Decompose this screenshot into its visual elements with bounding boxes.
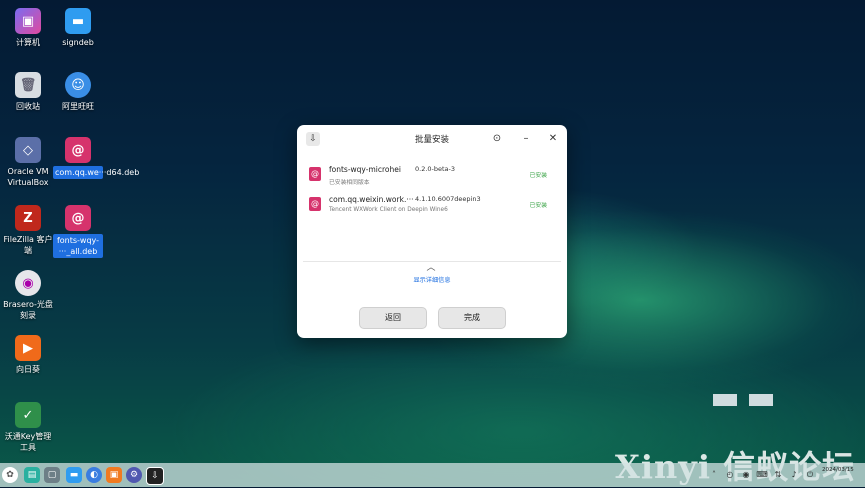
taskbar-clock[interactable]: 2024/03/15 — [822, 466, 854, 474]
notification-icon[interactable]: ◴ — [724, 469, 736, 481]
desktop-icon-label: FileZilla 客户端 — [3, 235, 53, 255]
package-status: 已安装 — [529, 203, 547, 209]
batch-install-window: ⇩ 批量安装 ⊙ – ✕ @ fonts-wqy-microhei 0.2.0-… — [297, 125, 567, 338]
browser-icon[interactable]: ◐ — [86, 467, 102, 483]
trash-icon: 🗑 — [15, 72, 41, 98]
desktop-icon-brasero[interactable]: ◉ Brasero-光盘刻录 — [3, 270, 53, 321]
settings-icon[interactable]: ⚙ — [126, 467, 142, 483]
deb-package-icon: @ — [309, 197, 321, 211]
aliwangwang-icon: ☺ — [65, 72, 91, 98]
chevron-up-icon[interactable]: ︿ — [425, 264, 437, 273]
desktop-icon-label: Brasero-光盘刻录 — [3, 300, 53, 320]
network-icon[interactable]: ⇅ — [772, 469, 784, 481]
desktop-icon-sunlogin[interactable]: ▶ 向日葵 — [3, 335, 53, 375]
package-description: 已安装相同版本 — [329, 180, 370, 186]
desktop-icon-label: fonts-wqy-···_all.deb — [53, 234, 103, 258]
volume-icon[interactable]: ♪ — [788, 469, 800, 481]
desktop-icon-label: signdeb — [62, 38, 94, 47]
desktop-icon-computer[interactable]: ▣ 计算机 — [3, 8, 53, 48]
computer-icon: ▣ — [15, 8, 41, 34]
wotong-key-icon: ✓ — [15, 402, 41, 428]
tray-app-icon[interactable]: ◉ — [740, 469, 752, 481]
filezilla-icon: Z — [15, 205, 41, 231]
desktop-icon-aliwangwang[interactable]: ☺ 阿里旺旺 — [53, 72, 103, 112]
window-titlebar[interactable]: ⇩ 批量安装 ⊙ – ✕ — [297, 125, 567, 153]
taskbar: ✿ ▤ ▢ ▬ ◐ ▣ ⚙ ⇩ ˄ ◴ ◉ ⌨ ⇅ ♪ ⏻ 2024/03/15 — [0, 463, 865, 487]
desktop-icon-label: 计算机 — [16, 38, 40, 47]
installer-taskbar-icon[interactable]: ⇩ — [146, 467, 164, 485]
package-status: 已安装 — [529, 173, 547, 179]
list-item[interactable]: @ fonts-wqy-microhei 0.2.0-beta-3 已安装相同版… — [303, 159, 561, 189]
decorative-block — [749, 394, 773, 406]
desktop-icon-fonts-deb[interactable]: @ fonts-wqy-···_all.deb — [53, 205, 103, 258]
package-list: @ fonts-wqy-microhei 0.2.0-beta-3 已安装相同版… — [303, 159, 561, 257]
disc-icon: ◉ — [15, 270, 41, 296]
power-icon[interactable]: ⏻ — [804, 469, 816, 481]
back-button[interactable]: 返回 — [359, 307, 427, 329]
deb-package-icon: @ — [309, 167, 321, 181]
package-description: Tencent WXWork Client on Deepin Wine6 — [329, 207, 448, 213]
desktop-icon-virtualbox[interactable]: ◇ Oracle VM VirtualBox — [3, 137, 53, 188]
minimize-icon[interactable]: – — [518, 131, 534, 147]
deb-package-icon: @ — [65, 137, 91, 163]
folder-icon: ▬ — [65, 8, 91, 34]
desktop-icon-weixin-work-deb[interactable]: @ com.qq.we···d64.deb — [53, 137, 140, 179]
app-store-icon[interactable]: ▣ — [106, 467, 122, 483]
package-name: fonts-wqy-microhei — [329, 165, 401, 174]
desktop-icon-wotong-key[interactable]: ✓ 沃通Key管理工具 — [3, 402, 53, 453]
list-item[interactable]: @ com.qq.weixin.work.··· 4.1.10.6007deep… — [303, 189, 561, 219]
show-desktop-icon[interactable]: ▢ — [44, 467, 60, 483]
desktop-icon-signdeb[interactable]: ▬ signdeb — [53, 8, 103, 48]
desktop-icon-label: 沃通Key管理工具 — [4, 432, 52, 452]
desktop-icon-label: Oracle VM VirtualBox — [7, 167, 49, 187]
done-button[interactable]: 完成 — [438, 307, 506, 329]
package-name: com.qq.weixin.work.··· — [329, 195, 414, 204]
sunlogin-icon: ▶ — [15, 335, 41, 361]
desktop-icon-trash[interactable]: 🗑 回收站 — [3, 72, 53, 112]
launcher-icon[interactable]: ✿ — [2, 467, 18, 483]
decorative-block — [713, 394, 737, 406]
tray-expand-icon[interactable]: ˄ — [708, 469, 720, 481]
close-icon[interactable]: ✕ — [545, 131, 561, 147]
divider — [303, 261, 561, 262]
desktop-icon-label: 回收站 — [16, 102, 40, 111]
file-manager-icon[interactable]: ▬ — [66, 467, 82, 483]
multitask-view-icon[interactable]: ▤ — [24, 467, 40, 483]
show-details-link[interactable]: 显示详细信息 — [297, 275, 567, 284]
virtualbox-icon: ◇ — [15, 137, 41, 163]
clock-date: 2024/03/15 — [822, 467, 854, 473]
desktop-icon-label: 阿里旺旺 — [62, 102, 94, 111]
keyboard-icon[interactable]: ⌨ — [756, 469, 768, 481]
desktop-icon-label: com.qq.we···d64.deb — [53, 166, 140, 179]
desktop-icon-label: 向日葵 — [16, 365, 40, 374]
deb-package-icon: @ — [65, 205, 91, 231]
desktop-icon-filezilla[interactable]: Z FileZilla 客户端 — [3, 205, 53, 256]
menu-icon[interactable]: ⊙ — [489, 131, 505, 147]
package-version: 4.1.10.6007deepin3 — [415, 195, 481, 203]
package-version: 0.2.0-beta-3 — [415, 165, 456, 173]
